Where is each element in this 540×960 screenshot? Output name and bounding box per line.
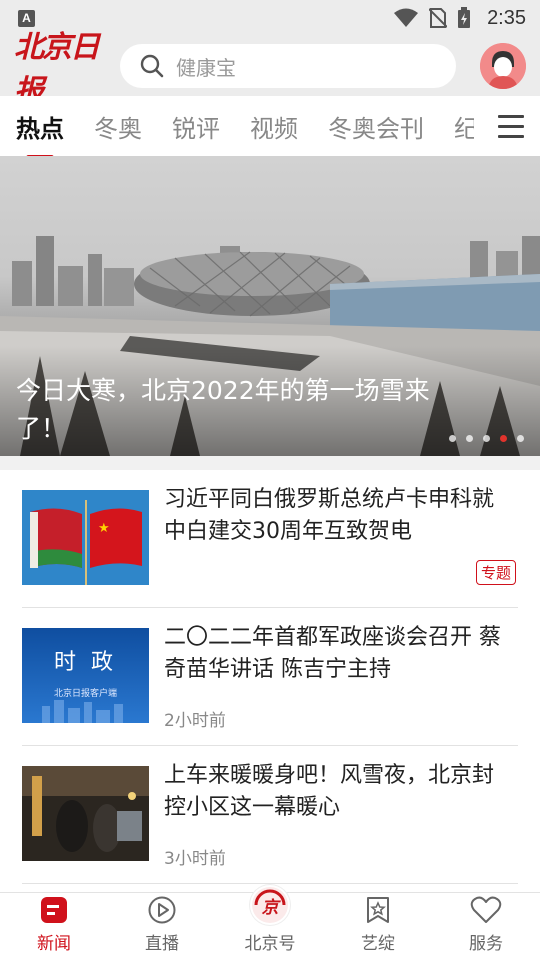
- avatar-person-icon: [480, 43, 526, 89]
- tab-commentary[interactable]: 锐评: [172, 109, 220, 144]
- play-icon: [148, 896, 176, 924]
- search-bar[interactable]: 健康宝: [120, 44, 456, 88]
- carousel-dot[interactable]: [466, 435, 473, 442]
- carousel-dot-active[interactable]: [500, 435, 507, 442]
- banner-title: 今日大寒，北京2022年的第一场雪来了！: [16, 376, 430, 443]
- night-scene-image: [22, 766, 149, 861]
- status-time: 2:35: [487, 6, 526, 29]
- news-icon: [41, 897, 67, 923]
- news-item[interactable]: ★ 习近平同白俄罗斯总统卢卡申科就中白建交30周年互致贺电 专题: [22, 470, 518, 608]
- search-icon: [140, 54, 164, 78]
- nav-art[interactable]: 艺绽: [324, 893, 432, 960]
- carousel-dot[interactable]: [449, 435, 456, 442]
- battery-charging-icon: [458, 7, 471, 28]
- carousel-dot[interactable]: [517, 435, 524, 442]
- news-title: 习近平同白俄罗斯总统卢卡申科就中白建交30周年互致贺电: [164, 487, 495, 544]
- bottom-nav: 新闻 直播 京 北京号 艺绽 服务: [0, 885, 540, 960]
- jing-badge-text: 京: [261, 897, 279, 918]
- news-title: 上车来暖暖身吧！风雪夜，北京封控小区这一幕暖心: [164, 763, 495, 820]
- tab-olympics-journal[interactable]: 冬奥会刊: [328, 109, 424, 144]
- nav-label: 直播: [145, 934, 179, 954]
- news-thumbnail: 时 政 北京日报客户端: [22, 628, 149, 723]
- section-divider: [0, 456, 540, 470]
- heart-icon: [470, 896, 502, 923]
- search-placeholder: 健康宝: [176, 55, 236, 80]
- tab-hot[interactable]: 热点: [16, 109, 64, 156]
- news-item[interactable]: 上车来暖暖身吧！风雪夜，北京封控小区这一幕暖心 3小时前: [22, 746, 518, 884]
- nav-label: 北京号: [244, 934, 296, 954]
- news-thumbnail: ★: [22, 490, 149, 585]
- nav-label: 艺绽: [361, 934, 395, 954]
- news-thumbnail: [22, 766, 149, 861]
- wifi-icon: [394, 8, 419, 27]
- nav-live[interactable]: 直播: [108, 893, 216, 960]
- jing-badge-icon: 京: [250, 885, 290, 925]
- skyline-image: [42, 700, 123, 723]
- flags-image: ★: [22, 490, 149, 585]
- nav-label: 新闻: [37, 934, 71, 954]
- news-item[interactable]: 时 政 北京日报客户端 二〇二二年首都军政座谈会召开 蔡奇苗华讲话 陈吉宁主持 …: [22, 608, 518, 746]
- news-title: 二〇二二年首都军政座谈会召开 蔡奇苗华讲话 陈吉宁主持: [164, 625, 501, 682]
- headline-banner[interactable]: 今日大寒，北京2022年的第一场雪来了！: [0, 156, 540, 456]
- app-header: 北京日报 健康宝: [0, 30, 540, 109]
- carousel-dots: [449, 435, 524, 442]
- tab-partial[interactable]: 纪: [454, 109, 474, 144]
- no-sim-icon: [429, 8, 448, 28]
- news-time: 2小时前: [164, 711, 226, 731]
- tab-video[interactable]: 视频: [250, 109, 298, 144]
- svg-text:★: ★: [98, 521, 110, 536]
- topic-badge[interactable]: 专题: [475, 560, 516, 585]
- nav-label: 服务: [469, 934, 503, 954]
- user-avatar[interactable]: [480, 43, 526, 89]
- channel-tabs: 热点 冬奥 锐评 视频 冬奥会刊 纪: [0, 96, 540, 156]
- star-bookmark-icon: [367, 897, 389, 923]
- nav-news[interactable]: 新闻: [0, 893, 108, 960]
- nav-service[interactable]: 服务: [432, 893, 540, 960]
- channel-menu-icon[interactable]: [482, 96, 540, 156]
- carousel-dot[interactable]: [483, 435, 490, 442]
- tab-winter-olympics[interactable]: 冬奥: [94, 109, 142, 144]
- news-time: 3小时前: [164, 849, 226, 869]
- nav-beijing-hao[interactable]: 京 北京号: [216, 885, 324, 960]
